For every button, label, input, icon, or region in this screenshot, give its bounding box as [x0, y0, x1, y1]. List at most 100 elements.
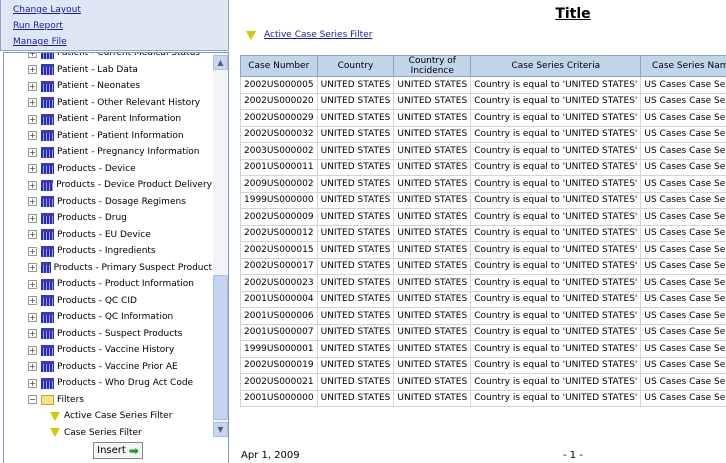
- tree-item[interactable]: + Products - Dosage Regimens: [4, 194, 212, 211]
- tree-item[interactable]: + Patient - Patient Information: [4, 128, 212, 145]
- tree-item[interactable]: + Products - Primary Suspect Product: [4, 260, 212, 277]
- table-icon: [41, 53, 54, 59]
- expand-icon[interactable]: +: [28, 329, 37, 339]
- table-cell: US Cases Case Series: [640, 224, 726, 242]
- filter-icon: [246, 30, 256, 40]
- tree-item[interactable]: + Patient - Parent Information: [4, 111, 212, 128]
- tree-item[interactable]: + Products - Drug: [4, 210, 212, 227]
- tree-item-label: Products - QC Information: [57, 312, 174, 323]
- data-tree: + Patient - Current Medical Status + Patien…: [3, 52, 229, 463]
- expand-icon[interactable]: +: [28, 230, 37, 240]
- table-cell: UNITED STATES: [393, 158, 472, 176]
- table-row: 2002US000015 UNITED STATES UNITED STATES Co…: [240, 241, 726, 259]
- table-cell: Country is equal to 'UNITED STATES': [470, 356, 642, 374]
- table-cell: UNITED STATES: [316, 224, 395, 242]
- expand-icon[interactable]: +: [28, 362, 37, 372]
- tree-item-label: Patient - Neonates: [57, 81, 141, 92]
- table-row: 1999US000001 UNITED STATES UNITED STATES Co…: [240, 340, 726, 358]
- column-header[interactable]: Case Series Criteria: [470, 55, 642, 77]
- table-cell: Country is equal to 'UNITED STATES': [470, 290, 642, 308]
- expand-icon[interactable]: +: [28, 296, 37, 306]
- tree-item[interactable]: + Products - Who Drug Act Code: [4, 375, 212, 392]
- tree-item-label: Patient - Parent Information: [57, 114, 182, 125]
- tree-item-label: Products - Vaccine Prior AE: [57, 361, 178, 372]
- tree-folder-filters[interactable]: − Filters: [4, 392, 212, 409]
- expand-icon[interactable]: +: [28, 147, 37, 157]
- table-cell: Country is equal to 'UNITED STATES': [470, 125, 642, 143]
- expand-icon[interactable]: +: [28, 98, 37, 108]
- table-cell: UNITED STATES: [316, 307, 395, 325]
- table-cell: Country is equal to 'UNITED STATES': [470, 323, 642, 341]
- tree-item[interactable]: + Products - Vaccine History: [4, 342, 212, 359]
- table-icon: [41, 361, 54, 373]
- expand-icon[interactable]: +: [28, 312, 37, 322]
- table-cell: UNITED STATES: [316, 340, 395, 358]
- tree-filter-item[interactable]: Active Case Series Filter: [4, 408, 212, 425]
- table-cell: 2002US000032: [240, 125, 318, 143]
- expand-icon[interactable]: +: [28, 213, 37, 223]
- table-cell: US Cases Case Series: [640, 142, 726, 160]
- tree-item[interactable]: + Products - Product Information: [4, 276, 212, 293]
- collapse-icon[interactable]: −: [28, 395, 37, 405]
- expand-icon[interactable]: +: [28, 345, 37, 355]
- active-filter-link-text[interactable]: Active Case Series Filter: [264, 30, 372, 40]
- tree-item[interactable]: + Products - Ingredients: [4, 243, 212, 260]
- table-cell: 2009US000002: [240, 175, 318, 193]
- tree-item[interactable]: + Products - Device: [4, 161, 212, 178]
- table-row: 2002US000017 UNITED STATES UNITED STATES Co…: [240, 257, 726, 275]
- expand-icon[interactable]: +: [28, 164, 37, 174]
- expand-icon[interactable]: +: [28, 180, 37, 190]
- tree-item[interactable]: + Patient - Other Relevant History: [4, 95, 212, 112]
- scroll-thumb[interactable]: [213, 275, 228, 420]
- tree-item[interactable]: + Products - Vaccine Prior AE: [4, 359, 212, 376]
- expand-icon[interactable]: +: [28, 81, 37, 91]
- insert-button[interactable]: Insert ➡: [93, 442, 143, 459]
- expand-icon[interactable]: +: [28, 279, 37, 289]
- tree-item[interactable]: + Products - Device Product Delivery: [4, 177, 212, 194]
- column-header[interactable]: Country of Incidence: [393, 55, 472, 77]
- run-report-link[interactable]: Run Report: [1, 18, 228, 34]
- expand-icon[interactable]: +: [28, 246, 37, 256]
- scroll-up-icon[interactable]: ▲: [213, 55, 228, 70]
- table-row: 2003US000002 UNITED STATES UNITED STATES Co…: [240, 142, 726, 160]
- expand-icon[interactable]: +: [28, 197, 37, 207]
- folder-open-icon: [41, 394, 54, 405]
- tree-item[interactable]: + Patient - Neonates: [4, 78, 212, 95]
- table-cell: UNITED STATES: [316, 109, 395, 127]
- table-cell: UNITED STATES: [393, 92, 472, 110]
- tree-item[interactable]: + Products - QC Information: [4, 309, 212, 326]
- change-layout-link[interactable]: Change Layout: [1, 2, 228, 18]
- table-row: 2002US000012 UNITED STATES UNITED STATES Co…: [240, 224, 726, 242]
- table-cell: Country is equal to 'UNITED STATES': [470, 340, 642, 358]
- report-title: Title: [555, 6, 591, 22]
- table-cell: UNITED STATES: [316, 208, 395, 226]
- table-cell: US Cases Case Series: [640, 191, 726, 209]
- column-header[interactable]: Case Number: [240, 55, 318, 77]
- scroll-down-icon[interactable]: ▼: [213, 422, 228, 437]
- tree-item[interactable]: + Patient - Current Medical Status: [4, 53, 212, 62]
- expand-icon[interactable]: +: [28, 65, 37, 75]
- expand-icon[interactable]: +: [28, 53, 37, 58]
- table-icon: [41, 163, 54, 175]
- expand-icon[interactable]: +: [28, 114, 37, 124]
- active-filter-link[interactable]: Active Case Series Filter: [246, 30, 372, 40]
- tree-item[interactable]: + Products - EU Device: [4, 227, 212, 244]
- tree-item[interactable]: + Products - Suspect Products: [4, 326, 212, 343]
- expand-icon[interactable]: +: [28, 263, 37, 273]
- table-cell: 2002US000019: [240, 356, 318, 374]
- expand-icon[interactable]: +: [28, 378, 37, 388]
- column-header[interactable]: Country: [316, 55, 395, 77]
- table-row: 2002US000005 UNITED STATES UNITED STATES Co…: [240, 76, 726, 94]
- expand-icon[interactable]: +: [28, 131, 37, 141]
- column-header[interactable]: Case Series Name: [640, 55, 726, 77]
- tree-scrollbar[interactable]: ▲ ▼: [213, 53, 228, 437]
- tree-item[interactable]: + Patient - Pregnancy Information: [4, 144, 212, 161]
- table-cell: Country is equal to 'UNITED STATES': [470, 224, 642, 242]
- table-icon: [41, 245, 54, 257]
- table-cell: Country is equal to 'UNITED STATES': [470, 142, 642, 160]
- tree-filter-item[interactable]: Case Series Filter: [4, 425, 212, 442]
- manage-file-link[interactable]: Manage File: [1, 34, 228, 50]
- tree-item[interactable]: + Products - QC CID: [4, 293, 212, 310]
- tree-item[interactable]: + Patient - Lab Data: [4, 62, 212, 79]
- filter-item-label: Case Series Filter: [64, 427, 142, 438]
